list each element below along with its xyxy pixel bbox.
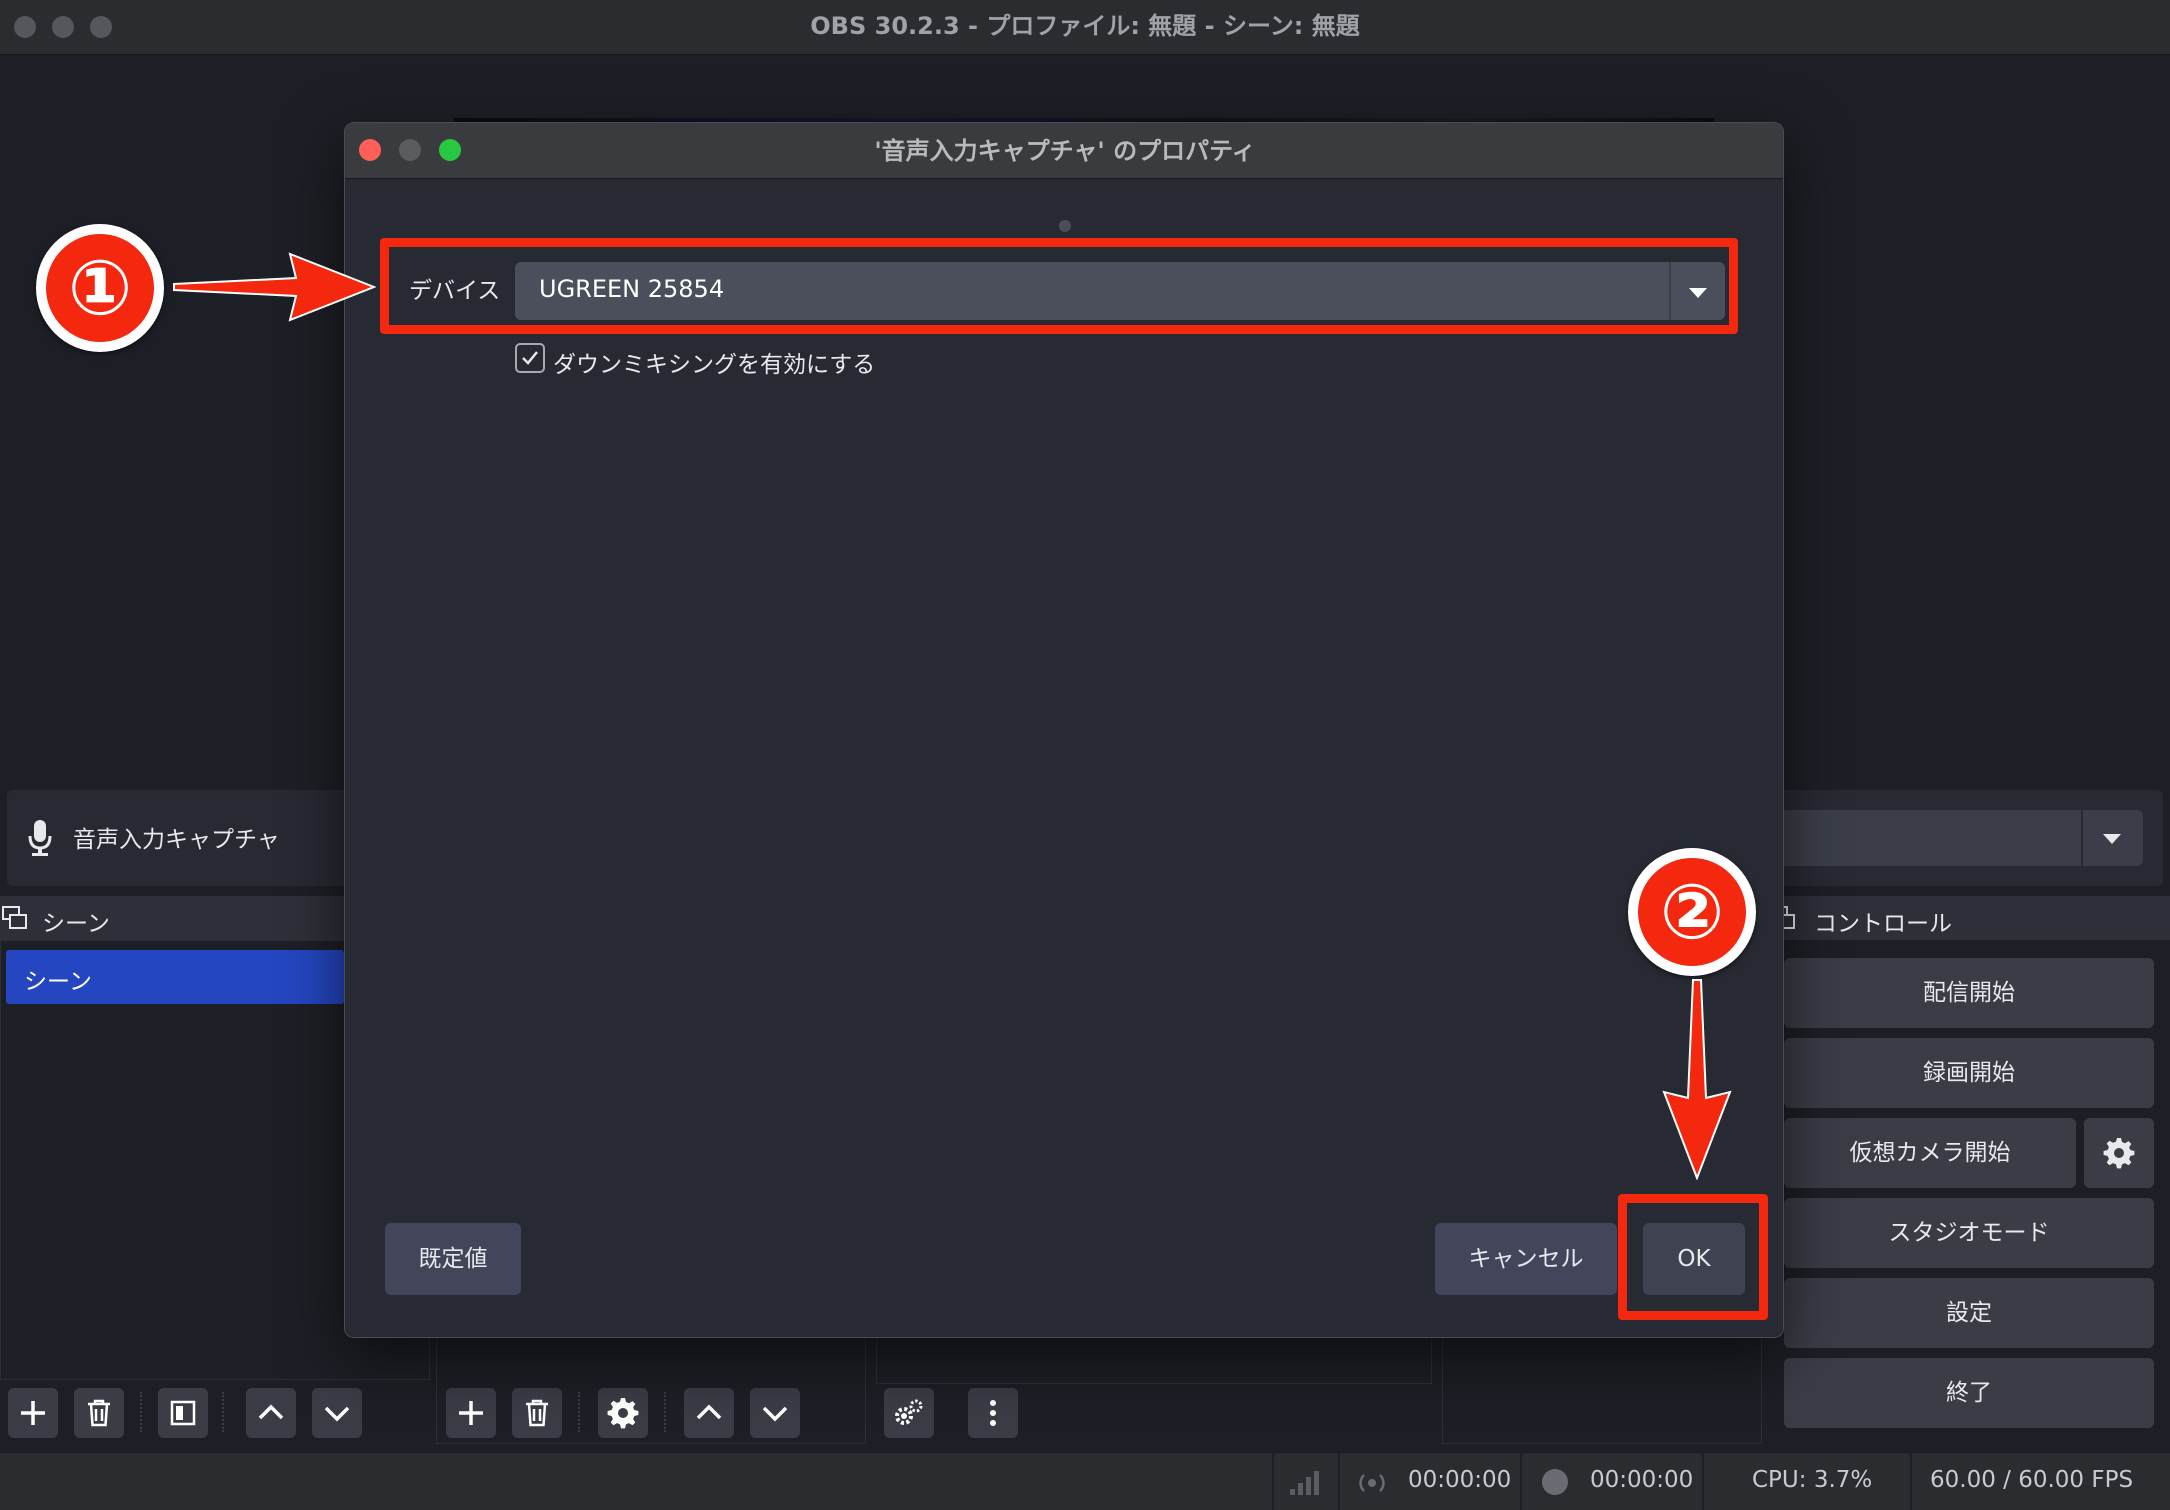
scene-list-item-label: シーン [24,969,92,995]
annotation-marker-1-label: ① [46,234,154,342]
source-device-select[interactable] [1723,810,2143,866]
settings-button[interactable]: 設定 [1784,1278,2154,1348]
trash-icon [526,1399,548,1427]
chevron-up-icon [696,1404,722,1420]
source-properties-button[interactable] [598,1388,648,1438]
scenes-dock-title: シーン [42,911,110,937]
exit-button[interactable]: 終了 [1784,1358,2154,1428]
annotation-highlight-ok [1618,1194,1768,1320]
advanced-audio-properties-button[interactable] [884,1388,934,1438]
selected-source-name: 音声入力キャプチャ [73,827,280,853]
chevron-down-icon [324,1406,350,1422]
trash-icon [88,1399,110,1427]
annotation-marker-2: ② [1628,848,1756,976]
record-time: 00:00:00 [1590,1467,1694,1493]
microphone-icon [28,820,52,856]
defaults-button[interactable]: 既定値 [385,1223,521,1295]
network-signal-icon [1290,1471,1319,1495]
stream-time: 00:00:00 [1408,1467,1512,1493]
start-virtual-camera-button[interactable]: 仮想カメラ開始 [1784,1118,2076,1188]
cancel-button[interactable]: キャンセル [1435,1223,1617,1295]
downmix-checkbox[interactable] [515,343,545,373]
streaming-status-icon [1359,1474,1385,1492]
more-vertical-icon [990,1400,996,1426]
cpu-usage: CPU: 3.7% [1752,1467,1873,1493]
add-scene-button[interactable] [8,1388,58,1438]
annotation-arrow-down-icon [1662,979,1732,1180]
annotation-highlight-device [380,238,1738,334]
virtual-camera-settings-button[interactable] [2084,1118,2154,1188]
downmix-label[interactable]: ダウンミキシングを有効にする [553,345,875,379]
move-scene-down-button[interactable] [312,1388,362,1438]
start-streaming-button[interactable]: 配信開始 [1784,958,2154,1028]
studio-mode-button[interactable]: スタジオモード [1784,1198,2154,1268]
scene-filters-button[interactable] [158,1388,208,1438]
dialog-body: デバイス UGREEN 25854 ダウンミキシングを有効にする 既定値 キャン… [345,180,1783,1337]
annotation-arrow-right-icon [173,252,376,322]
gear-icon [607,1398,639,1429]
move-source-down-button[interactable] [750,1388,800,1438]
scenes-dock-icon [2,906,27,929]
controls-dock-header: コントロール [1768,896,2170,940]
move-source-up-button[interactable] [684,1388,734,1438]
remove-scene-button[interactable] [74,1388,124,1438]
dialog-title: '音声入力キャプチャ' のプロパティ [874,137,1256,165]
move-scene-up-button[interactable] [246,1388,296,1438]
controls-dock-title: コントロール [1814,911,1952,937]
dialog-titlebar: '音声入力キャプチャ' のプロパティ [345,123,1783,179]
chevron-down-icon [762,1406,788,1422]
recording-status-icon [1542,1469,1568,1495]
checkmark-icon [522,351,538,365]
status-bar: 00:00:00 00:00:00 CPU: 3.7% 60.00 / 60.0… [0,1452,2170,1510]
gear-icon [2103,1138,2135,1169]
main-window-titlebar: OBS 30.2.3 - プロファイル: 無題 - シーン: 無題 [0,0,2170,55]
start-recording-button[interactable]: 録画開始 [1784,1038,2154,1108]
add-source-button[interactable] [446,1388,496,1438]
fps-readout: 60.00 / 60.00 FPS [1930,1467,2134,1493]
gears-icon [895,1399,923,1425]
remove-source-button[interactable] [512,1388,562,1438]
annotation-marker-2-label: ② [1638,858,1746,966]
splitter-handle[interactable] [1059,220,1071,232]
chevron-up-icon [258,1404,284,1420]
window-title: OBS 30.2.3 - プロファイル: 無題 - シーン: 無題 [810,12,1360,40]
annotation-marker-1: ① [36,224,164,352]
scene-list-item[interactable]: シーン [6,950,344,1004]
plus-icon [459,1401,483,1425]
plus-icon [21,1401,45,1425]
mixer-menu-button[interactable] [968,1388,1018,1438]
filter-icon [170,1400,196,1426]
chevron-down-icon [2103,834,2121,844]
